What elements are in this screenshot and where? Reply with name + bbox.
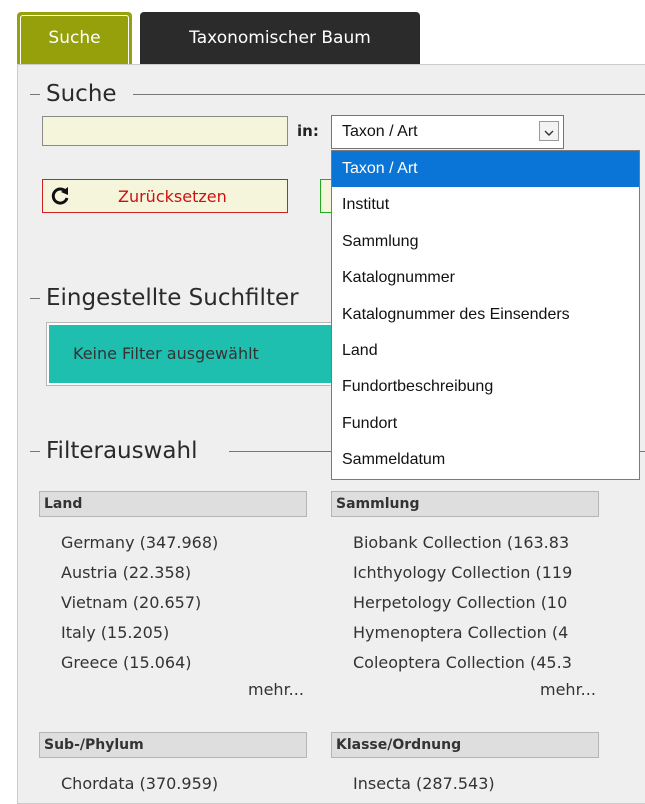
list-item[interactable]: Greece (15.064) bbox=[41, 648, 309, 678]
list-item[interactable]: Herpetology Collection (10 bbox=[333, 588, 601, 618]
more-link-land[interactable]: mehr... bbox=[248, 680, 304, 699]
no-filters-box: Keine Filter ausgewählt bbox=[46, 322, 348, 386]
list-item[interactable]: Insecta (287.543) bbox=[333, 769, 601, 799]
group-list-land: Germany (347.968) Austria (22.358) Vietn… bbox=[41, 528, 309, 678]
dropdown-option-fundortbeschreibung[interactable]: Fundortbeschreibung bbox=[332, 369, 639, 405]
dropdown-option-sammlung[interactable]: Sammlung bbox=[332, 224, 639, 260]
list-item[interactable]: Biobank Collection (163.83 bbox=[333, 528, 601, 558]
in-label: in: bbox=[297, 122, 319, 140]
list-item[interactable]: Chordata (370.959) bbox=[41, 769, 309, 799]
reset-button[interactable]: Zurücksetzen bbox=[42, 179, 288, 213]
group-header-land: Land bbox=[39, 491, 307, 517]
group-header-sammlung: Sammlung bbox=[331, 491, 599, 517]
dropdown-option-fundort[interactable]: Fundort bbox=[332, 406, 639, 442]
refresh-icon bbox=[49, 185, 71, 211]
tab-taxonomic-tree[interactable]: Taxonomischer Baum bbox=[140, 12, 420, 64]
fieldset-border bbox=[133, 94, 645, 95]
tab-taxonomic-tree-label: Taxonomischer Baum bbox=[189, 28, 371, 48]
filter-selection-legend: Filterauswahl bbox=[40, 438, 204, 464]
list-item[interactable]: Hymenoptera Collection (4 bbox=[333, 618, 601, 648]
dropdown-option-sammeldatum[interactable]: Sammeldatum bbox=[332, 442, 639, 478]
dropdown-option-land[interactable]: Land bbox=[332, 333, 639, 369]
list-item[interactable]: Austria (22.358) bbox=[41, 558, 309, 588]
list-item[interactable]: Ichthyology Collection (119 bbox=[333, 558, 601, 588]
dropdown-option-katalognummer-einsender[interactable]: Katalognummer des Einsenders bbox=[332, 297, 639, 333]
search-input[interactable] bbox=[42, 116, 288, 146]
group-list-sammlung: Biobank Collection (163.83 Ichthyology C… bbox=[333, 528, 601, 678]
search-legend: Suche bbox=[40, 81, 123, 107]
fieldset-border bbox=[30, 298, 40, 299]
group-header-class-order: Klasse/Ordnung bbox=[331, 732, 599, 758]
tab-search[interactable]: Suche bbox=[17, 12, 132, 64]
list-item[interactable]: Coleoptera Collection (45.3 bbox=[333, 648, 601, 678]
tab-search-frame bbox=[20, 15, 129, 64]
dropdown-option-katalognummer[interactable]: Katalognummer bbox=[332, 260, 639, 296]
chevron-down-icon[interactable] bbox=[539, 121, 559, 141]
search-field-dropdown: Taxon / Art Institut Sammlung Katalognum… bbox=[331, 150, 640, 480]
list-item[interactable]: Italy (15.205) bbox=[41, 618, 309, 648]
dropdown-option-institut[interactable]: Institut bbox=[332, 187, 639, 223]
list-item[interactable]: Vietnam (20.657) bbox=[41, 588, 309, 618]
active-filters-legend: Eingestellte Suchfilter bbox=[40, 285, 305, 311]
fieldset-border bbox=[30, 451, 40, 452]
group-list-phylum: Chordata (370.959) bbox=[41, 769, 309, 799]
search-field-select[interactable]: Taxon / Art bbox=[331, 115, 564, 149]
group-list-class-order: Insecta (287.543) bbox=[333, 769, 601, 799]
search-field-selected: Taxon / Art bbox=[342, 123, 418, 140]
reset-button-label: Zurücksetzen bbox=[118, 187, 227, 206]
list-item[interactable]: Germany (347.968) bbox=[41, 528, 309, 558]
fieldset-border bbox=[30, 94, 40, 95]
more-link-sammlung[interactable]: mehr... bbox=[540, 680, 596, 699]
group-header-phylum: Sub-/Phylum bbox=[39, 732, 307, 758]
dropdown-option-taxon[interactable]: Taxon / Art bbox=[332, 151, 639, 188]
